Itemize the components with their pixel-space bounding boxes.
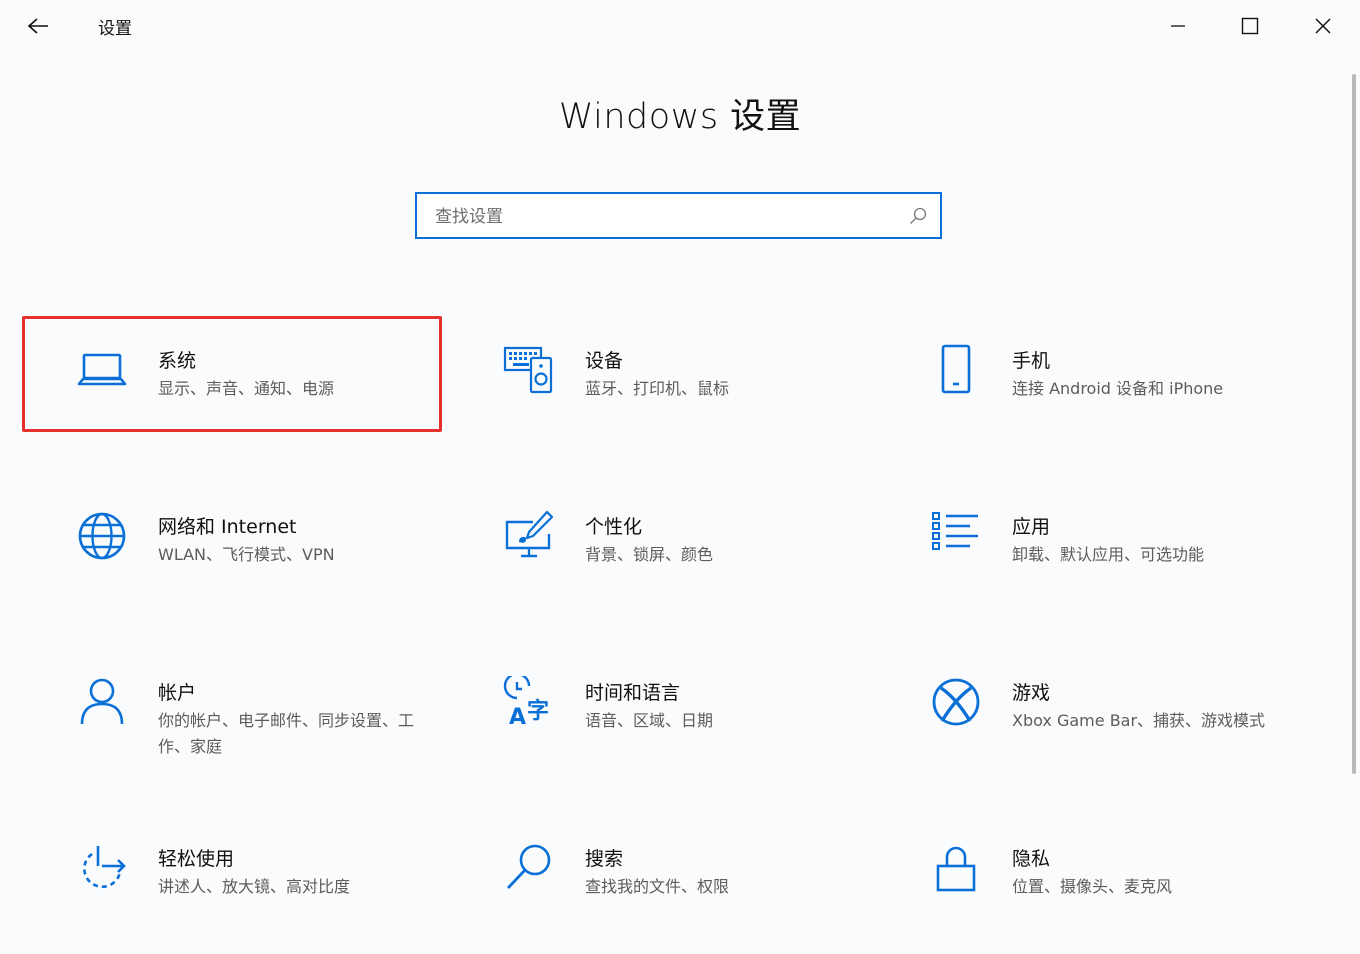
personalization-icon: [505, 510, 554, 558]
tile-description: 语音、区域、日期: [585, 711, 714, 730]
tile-privacy[interactable]: 隐私 位置、摄像头、麦克风: [876, 814, 1296, 930]
tile-description: 背景、锁屏、颜色: [585, 545, 714, 564]
tile-personalization[interactable]: 个性化 背景、锁屏、颜色: [449, 482, 869, 598]
ease-of-access-icon: [82, 846, 126, 889]
tile-description: 你的帐户、电子邮件、同步设置、工作、家庭: [158, 711, 415, 756]
svg-text:A: A: [509, 705, 526, 728]
tile-title: 手机: [1012, 350, 1051, 372]
tile-description: Xbox Game Bar、捕获、游戏模式: [1012, 711, 1266, 730]
search-box[interactable]: [415, 192, 942, 239]
vertical-scrollbar[interactable]: [1352, 74, 1356, 774]
tile-description: 位置、摄像头、麦克风: [1012, 877, 1173, 896]
tile-search[interactable]: 搜索 查找我的文件、权限: [449, 814, 869, 930]
search-input[interactable]: [433, 194, 907, 239]
svg-text:字: 字: [527, 698, 549, 724]
devices-icon: [503, 346, 553, 394]
lock-icon: [936, 846, 976, 892]
maximize-button[interactable]: [1226, 6, 1274, 46]
back-arrow-icon: [27, 18, 48, 34]
tile-description: 讲述人、放大镜、高对比度: [158, 877, 351, 896]
tile-title: 隐私: [1012, 848, 1051, 870]
laptop-icon: [77, 353, 127, 386]
title-bar: 设置: [0, 0, 1360, 52]
tile-title: 帐户: [158, 682, 197, 704]
tile-ease-of-access[interactable]: 轻松使用 讲述人、放大镜、高对比度: [22, 814, 442, 930]
tile-title: 网络和 Internet: [158, 516, 297, 538]
tile-devices[interactable]: 设备 蓝牙、打印机、鼠标: [449, 316, 869, 432]
tile-description: 查找我的文件、权限: [585, 877, 730, 896]
tile-description: 连接 Android 设备和 iPhone: [1012, 379, 1224, 398]
search-icon: [506, 844, 551, 889]
apps-list-icon: [932, 512, 978, 550]
tile-description: 显示、声音、通知、电源: [158, 379, 335, 398]
tile-title: 游戏: [1012, 682, 1051, 704]
person-icon: [80, 678, 124, 725]
time-language-icon: A 字: [503, 676, 549, 728]
tile-system[interactable]: 系统 显示、声音、通知、电源: [22, 316, 442, 432]
tile-title: 轻松使用: [158, 848, 235, 870]
tile-gaming[interactable]: 游戏 Xbox Game Bar、捕获、游戏模式: [876, 648, 1296, 764]
tile-title: 搜索: [585, 848, 624, 870]
tile-title: 应用: [1012, 516, 1051, 538]
back-button[interactable]: [18, 8, 58, 44]
tile-description: WLAN、飞行模式、VPN: [158, 545, 335, 564]
tile-title: 设备: [585, 350, 624, 372]
close-icon: [1315, 18, 1331, 34]
globe-icon: [78, 512, 126, 560]
tile-title: 系统: [158, 350, 197, 372]
minimize-icon: [1171, 25, 1185, 27]
tile-apps[interactable]: 应用 卸载、默认应用、可选功能: [876, 482, 1296, 598]
tile-phone[interactable]: 手机 连接 Android 设备和 iPhone: [876, 316, 1296, 432]
phone-icon: [941, 344, 971, 394]
tile-title: 个性化: [585, 516, 643, 538]
minimize-button[interactable]: [1154, 6, 1202, 46]
tile-description: 卸载、默认应用、可选功能: [1012, 545, 1205, 564]
close-button[interactable]: [1299, 6, 1347, 46]
tile-title: 时间和语言: [585, 682, 681, 704]
tile-time-language[interactable]: A 字 时间和语言 语音、区域、日期: [449, 648, 869, 764]
tile-network[interactable]: 网络和 Internet WLAN、飞行模式、VPN: [22, 482, 442, 598]
search-icon[interactable]: [908, 206, 928, 226]
maximize-icon: [1241, 17, 1259, 35]
xbox-icon: [932, 678, 980, 726]
tile-accounts[interactable]: 帐户 你的帐户、电子邮件、同步设置、工作、家庭: [22, 648, 442, 764]
app-title: 设置: [98, 19, 132, 39]
tile-description: 蓝牙、打印机、鼠标: [585, 379, 730, 398]
page-title: Windows 设置: [558, 97, 802, 137]
